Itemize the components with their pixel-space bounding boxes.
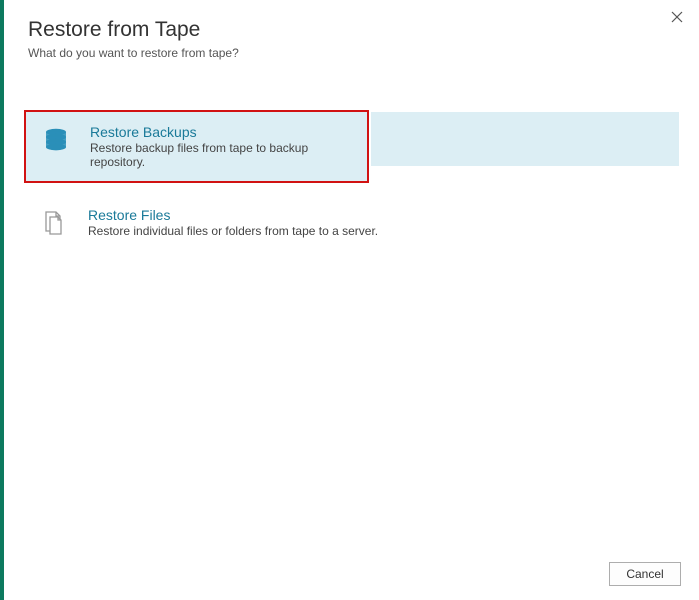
close-icon: [671, 10, 683, 26]
dialog-header: Restore from Tape What do you want to re…: [4, 0, 699, 70]
option-text: Restore Backups Restore backup files fro…: [90, 124, 357, 169]
option-description: Restore backup files from tape to backup…: [90, 141, 357, 169]
cancel-button[interactable]: Cancel: [609, 562, 681, 586]
database-icon: [40, 124, 72, 156]
restore-from-tape-dialog: Restore from Tape What do you want to re…: [0, 0, 699, 600]
option-title: Restore Files: [88, 207, 378, 223]
dialog-subtitle: What do you want to restore from tape?: [28, 46, 675, 60]
dialog-footer: Cancel: [4, 552, 699, 600]
option-description: Restore individual files or folders from…: [88, 224, 378, 238]
close-button[interactable]: [667, 8, 687, 28]
option-text: Restore Files Restore individual files o…: [88, 207, 378, 238]
files-icon: [38, 207, 70, 239]
selection-highlight: [371, 112, 679, 166]
option-restore-backups[interactable]: Restore Backups Restore backup files fro…: [24, 110, 369, 183]
option-restore-files[interactable]: Restore Files Restore individual files o…: [24, 195, 679, 251]
dialog-content: Restore Backups Restore backup files fro…: [4, 70, 699, 552]
option-title: Restore Backups: [90, 124, 357, 140]
dialog-title: Restore from Tape: [28, 18, 675, 42]
